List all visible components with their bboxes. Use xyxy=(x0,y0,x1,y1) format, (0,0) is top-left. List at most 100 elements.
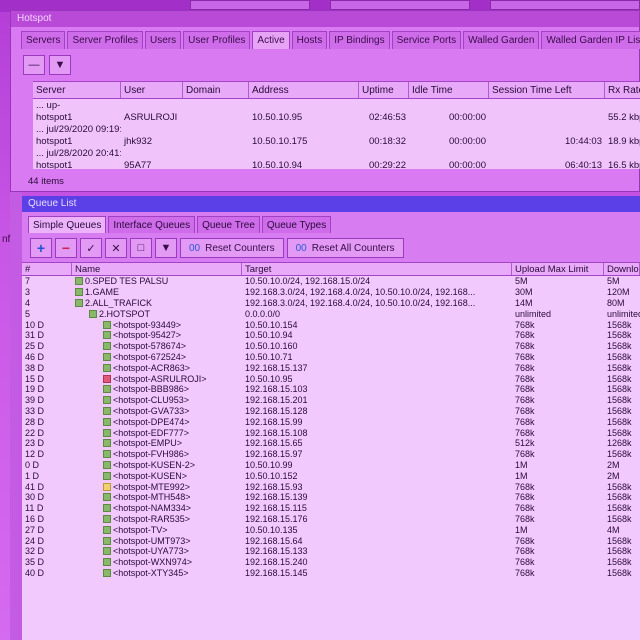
queue-row[interactable]: 41 D <hotspot-MTE992> 192.168.15.93 768k 156… xyxy=(22,481,640,492)
tab-queue-tree[interactable]: Queue Tree xyxy=(197,216,260,233)
comment-icon: □ xyxy=(137,242,145,254)
tab-walled-garden[interactable]: Walled Garden xyxy=(463,31,540,49)
queue-row[interactable]: 40 D <hotspot-XTY345> 192.168.15.145 768k 15… xyxy=(22,568,640,579)
add-button[interactable]: + xyxy=(30,238,52,258)
remove-button[interactable]: — xyxy=(23,55,45,75)
queue-row[interactable]: 33 D <hotspot-GVA733> 192.168.15.128 768k 15… xyxy=(22,406,640,417)
table-row[interactable]: hotspot1 jhk932 10.50.10.175 00:18:32 00:00:… xyxy=(33,135,640,147)
minus-icon: − xyxy=(61,240,71,256)
column-header[interactable]: Server xyxy=(33,82,121,98)
queue-row[interactable]: 46 D <hotspot-672524> 10.50.10.71 768k 1568k xyxy=(22,352,640,363)
queue-row[interactable]: 35 D <hotspot-WXN974> 192.168.15.240 768k 15… xyxy=(22,557,640,568)
queue-icon xyxy=(75,277,83,286)
cell-up: 768k xyxy=(515,405,535,416)
queue-row[interactable]: 15 D <hotspot-ASRULROJI> 10.50.10.95 768k 15… xyxy=(22,373,640,384)
column-header[interactable]: Domain xyxy=(183,82,249,98)
table-row[interactable]: ... up- xyxy=(33,99,640,111)
cell-name: <hotspot-MTH548> xyxy=(72,492,242,502)
comment-button[interactable]: □ xyxy=(130,238,152,258)
disable-button[interactable]: ✕ xyxy=(105,238,127,258)
queue-row[interactable]: 3 1.GAME 192.168.3.0/24, 192.168.4.0/24, 1… xyxy=(22,287,640,298)
queue-icon xyxy=(103,493,111,502)
column-header[interactable]: Idle Time xyxy=(409,82,489,98)
column-header[interactable]: Target xyxy=(242,263,512,275)
cell-name: <hotspot-KUSEN> xyxy=(72,471,242,481)
hotspot-window: Hotspot Servers Server Profiles Users User … xyxy=(10,10,640,192)
queue-icon xyxy=(103,514,111,523)
tab-simple-queues[interactable]: Simple Queues xyxy=(28,216,107,233)
cell-down: 120M xyxy=(607,287,630,298)
tab-active[interactable]: Active xyxy=(252,31,290,49)
queue-row[interactable]: 25 D <hotspot-578674> 10.50.10.160 768k 1568… xyxy=(22,341,640,352)
hotspot-window-title: Hotspot xyxy=(11,11,639,27)
queue-row[interactable]: 4 2.ALL_TRAFICK 192.168.3.0/24, 192.168.4.… xyxy=(22,298,640,309)
table-row[interactable]: hotspot1 ASRULROJI 10.50.10.95 02:46:53 00:0… xyxy=(33,111,640,123)
cell-address: 10.50.10.94 xyxy=(252,159,303,170)
tab-user-profiles[interactable]: User Profiles xyxy=(183,31,251,49)
tab-server-profiles[interactable]: Server Profiles xyxy=(67,31,144,49)
queue-icon xyxy=(103,439,111,448)
cell-server: hotspot1 xyxy=(36,135,73,147)
cell-number: 38 D xyxy=(25,362,45,373)
cell-server: ... jul/28/2020 20:41:40 xyxy=(36,147,121,159)
tab-ip-bindings[interactable]: IP Bindings xyxy=(329,31,390,49)
queue-row[interactable]: 12 D <hotspot-FVH986> 192.168.15.97 768k 156… xyxy=(22,449,640,460)
tab-interface-queues[interactable]: Interface Queues xyxy=(108,216,196,233)
tab-hosts[interactable]: Hosts xyxy=(291,31,328,49)
filter-button[interactable]: ▼ xyxy=(49,55,71,75)
queue-name: <hotspot-TV> xyxy=(113,524,168,535)
queue-row[interactable]: 5 2.HOTSPOT 0.0.0.0/0 unlimited unlimited xyxy=(22,308,640,319)
hotspot-toolbar: — ▼ xyxy=(23,51,71,79)
table-row[interactable]: ... jul/29/2020 09:19:25 xyxy=(33,123,640,135)
table-row[interactable]: hotspot1 95A77 10.50.10.94 00:29:22 00:00:00… xyxy=(33,159,640,170)
tab-queue-types[interactable]: Queue Types xyxy=(261,216,332,233)
queue-row[interactable]: 19 D <hotspot-BBB986> 192.168.15.103 768k 15… xyxy=(22,384,640,395)
tab-users[interactable]: Users xyxy=(145,31,182,49)
queue-row[interactable]: 1 D <hotspot-KUSEN> 10.50.10.152 1M 2M xyxy=(22,470,640,481)
remove-button[interactable]: − xyxy=(55,238,77,258)
tab-servers[interactable]: Servers xyxy=(21,31,66,49)
column-header[interactable]: User xyxy=(121,82,183,98)
queue-icon xyxy=(103,482,111,491)
cell-number: 0 D xyxy=(25,459,40,470)
column-header[interactable]: Rx Rate xyxy=(605,82,640,98)
queue-row[interactable]: 39 D <hotspot-CLU953> 192.168.15.201 768k 15… xyxy=(22,395,640,406)
column-header[interactable]: Downlo xyxy=(604,263,640,275)
column-header[interactable]: Name xyxy=(72,263,242,275)
queue-row[interactable]: 16 D <hotspot-RAR535> 192.168.15.176 768k 15… xyxy=(22,514,640,525)
queue-row[interactable]: 31 D <hotspot-95427> 10.50.10.94 768k 1568k xyxy=(22,330,640,341)
cell-target: 10.50.10.152 xyxy=(245,470,298,481)
column-header[interactable]: Upload Max Limit xyxy=(512,263,604,275)
reset-all-counters-button[interactable]: 00 Reset All Counters xyxy=(286,238,404,258)
enable-button[interactable]: ✓ xyxy=(80,238,102,258)
queue-row[interactable]: 30 D <hotspot-MTH548> 192.168.15.139 768k 15… xyxy=(22,492,640,503)
queue-row[interactable]: 23 D <hotspot-EMPU> 192.168.15.65 512k 1268k xyxy=(22,438,640,449)
tab-service-ports[interactable]: Service Ports xyxy=(391,31,462,49)
queue-row[interactable]: 11 D <hotspot-NAM334> 192.168.15.115 768k 15… xyxy=(22,503,640,514)
queue-row[interactable]: 7 0.SPED TES PALSU 10.50.10.0/24, 192.168.… xyxy=(22,276,640,287)
queue-row[interactable]: 10 D <hotspot-93449> 10.50.10.154 768k 1568k xyxy=(22,319,640,330)
cell-down: 1568k xyxy=(607,481,632,492)
tab-walled-garden-ip-list[interactable]: Walled Garden IP List xyxy=(541,31,640,49)
queue-row[interactable]: 24 D <hotspot-UMT973> 192.168.15.64 768k 156… xyxy=(22,535,640,546)
cell-target: 0.0.0.0/0 xyxy=(245,308,281,319)
column-header[interactable]: Session Time Left xyxy=(489,82,605,98)
queue-row[interactable]: 38 D <hotspot-ACR863> 192.168.15.137 768k 15… xyxy=(22,362,640,373)
column-header[interactable]: Uptime xyxy=(359,82,409,98)
table-row[interactable]: ... jul/28/2020 20:41:40 xyxy=(33,147,640,159)
queue-name: <hotspot-MTH548> xyxy=(113,492,191,503)
queue-icon xyxy=(103,396,111,405)
column-header[interactable]: # xyxy=(22,263,72,275)
column-header[interactable]: Address xyxy=(249,82,359,98)
filter-button[interactable]: ▼ xyxy=(155,238,177,258)
queue-row[interactable]: 28 D <hotspot-DPE474> 192.168.15.99 768k 156… xyxy=(22,416,640,427)
queue-row[interactable]: 22 D <hotspot-EDF777> 192.168.15.108 768k 15… xyxy=(22,427,640,438)
cell-number: 19 D xyxy=(25,384,45,395)
queue-row[interactable]: 0 D <hotspot-KUSEN-2> 10.50.10.99 1M 2M xyxy=(22,460,640,471)
cell-down: 1568k xyxy=(607,546,632,557)
queue-row[interactable]: 27 D <hotspot-TV> 10.50.10.135 1M 4M xyxy=(22,524,640,535)
queue-name: <hotspot-RAR535> xyxy=(113,513,191,524)
queue-row[interactable]: 32 D <hotspot-UYA773> 192.168.15.133 768k 15… xyxy=(22,546,640,557)
queue-name: <hotspot-95427> xyxy=(113,330,182,341)
reset-counters-button[interactable]: 00 Reset Counters xyxy=(180,238,284,258)
